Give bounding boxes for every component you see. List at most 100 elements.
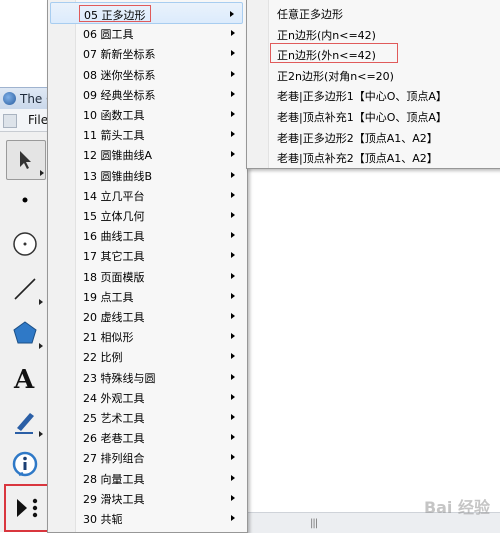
menu-item-label: 09 经典坐标系 [83,88,156,102]
menu-item-label: 23 特殊线与圆 [83,371,156,385]
submenu-arrow-icon [231,212,235,218]
menu-item-label: 08 迷你坐标系 [83,68,156,82]
submenu-item-label: 正2n边形(对角n<=20) [277,69,394,83]
menu-item-label: 12 圆锥曲线A [83,149,153,163]
menu-item[interactable]: 19 点工具 [50,285,243,307]
submenu-arrow-icon [231,252,235,259]
menu-item-label: 20 虚线工具 [83,311,145,324]
menu-item-label: 05 正多边形 [84,9,146,22]
menu-item[interactable]: 20 虚线工具 [50,305,243,327]
submenu-item-label: 正n边形(外n<=42) [277,49,376,63]
submenu-arrow-icon [231,454,235,461]
submenu-arrow-icon [231,353,235,360]
svg-text:A: A [13,365,35,392]
marker-pen-icon[interactable] [6,402,44,440]
menu-item[interactable]: 24 外观工具 [50,386,243,408]
document-menu-icon[interactable] [3,114,17,128]
menu-item-label: 26 老巷工具 [83,432,145,446]
menu-item-label: 13 圆锥曲线B [83,169,153,183]
menu-item[interactable]: 18 页面模版 [50,265,243,287]
menu-item[interactable]: 12 圆锥曲线A [50,143,243,165]
menu-item-label: 15 立体几何 [83,210,145,223]
line-segment-icon[interactable] [6,270,44,308]
submenu-arrow-icon [231,434,235,441]
submenu-item-label: 任意正多边形 [277,8,343,21]
submenu-arrow-icon [231,151,235,158]
menu-item[interactable]: 15 立体几何 [50,204,243,226]
menu-item[interactable]: 07 新新坐标系 [50,42,243,64]
menu-item[interactable]: 27 排列组合 [50,446,243,468]
submenu-arrow-icon [231,474,235,481]
menu-item[interactable]: 23 特殊线与圆 [50,366,243,388]
submenu-item[interactable]: 正2n边形(对角n<=20) [249,64,499,85]
scroll-grip-icon[interactable]: ||| [310,518,318,529]
menu-item[interactable]: 11 箭头工具 [50,123,243,145]
menu-item[interactable]: 22 比例 [50,345,243,367]
submenu-arrow-icon [231,515,235,521]
menu-item[interactable]: 13 圆锥曲线B [50,164,243,186]
submenu-item[interactable]: 正n边形(外n<=42) [249,43,499,64]
submenu-arrow-icon [231,414,235,420]
menu-item[interactable]: 25 艺术工具 [50,406,243,428]
submenu-item-label: 老巷|顶点补充1【中心O、顶点A】 [277,111,447,124]
submenu-arrow-icon [231,292,235,299]
submenu-arrow-icon [231,171,235,178]
submenu-arrow-icon [231,50,235,57]
submenu-arrow-icon [231,70,235,77]
menu-item-label: 14 立几平台 [83,189,145,203]
submenu-item[interactable]: 老巷|顶点补充1【中心O、顶点A】 [249,105,499,126]
submenu-arrow-icon [231,313,235,319]
submenu-item[interactable]: 老巷|顶点补充2【顶点A1、A2】 [249,146,499,167]
arrow-select-icon[interactable] [6,140,46,180]
submenu-arrow-icon [231,373,235,380]
menu-item[interactable]: 21 相似形 [50,325,243,347]
text-tool-icon[interactable]: A [6,359,44,397]
submenu-item-label: 老巷|正多边形1【中心O、顶点A】 [277,90,447,104]
file-menu[interactable]: File [28,113,48,127]
menu-item[interactable]: 06 圆工具 [50,22,243,44]
submenu-arrow-icon [231,494,235,501]
menu-item-label: 22 比例 [83,351,123,365]
submenu-arrow-icon [231,272,235,279]
menu-item[interactable]: 08 迷你坐标系 [50,63,243,85]
menu-item-label: 19 点工具 [83,290,134,304]
menu-item[interactable]: 14 立几平台 [50,184,243,206]
submenu-arrow-icon [231,232,235,239]
menu-item[interactable]: 16 曲线工具 [50,224,243,246]
menu-item-label: 28 向量工具 [83,472,145,486]
menu-item-label: 10 函数工具 [83,109,145,122]
submenu-arrow-icon [231,131,235,138]
point-icon[interactable] [6,181,44,219]
submenu-item[interactable]: 老巷|正多边形1【中心O、顶点A】 [249,84,499,105]
compass-circle-icon[interactable] [6,225,44,263]
submenu-item[interactable]: 任意正多边形 [249,2,499,23]
menu-item[interactable]: 26 老巷工具 [50,426,243,448]
information-icon[interactable] [6,446,44,484]
menu-item[interactable]: 10 函数工具 [50,103,243,125]
menu-item[interactable]: 09 经典坐标系 [50,83,243,105]
menu-item-label: 07 新新坐标系 [83,48,156,62]
submenu-item-label: 老巷|顶点补充2【顶点A1、A2】 [277,152,438,166]
menu-item[interactable]: 28 向量工具 [50,467,243,489]
menu-item-label: 27 排列组合 [83,452,145,466]
menu-item[interactable]: 17 其它工具 [50,244,243,266]
submenu-item[interactable]: 正n边形(内n<=42) [249,23,499,44]
app-icon [3,92,16,105]
menu-item-label: 29 滑块工具 [83,492,145,506]
menu-item-label: 30 共轭 [83,513,123,526]
polygon-icon[interactable] [6,314,44,352]
custom-tools-menu: 05 正多边形 06 圆工具 07 新新坐标系 08 迷你坐标系 09 经典坐标系 10 … [47,0,248,533]
menu-item-label: 17 其它工具 [83,250,145,264]
submenu-arrow-icon [230,11,234,17]
submenu-arrow-icon [231,90,235,97]
submenu-item[interactable]: 老巷|正多边形2【顶点A1、A2】 [249,126,499,147]
submenu-arrow-icon [231,333,235,340]
custom-tool-icon[interactable] [4,484,52,532]
menu-item-label: 16 曲线工具 [83,230,145,244]
menu-item[interactable]: 29 滑块工具 [50,487,243,509]
menu-item-label: 06 圆工具 [83,28,134,42]
menu-item-label: 21 相似形 [83,331,134,345]
menu-item[interactable]: 30 共轭 [50,507,243,529]
submenu-arrow-icon [231,30,235,37]
menu-item[interactable]: 05 正多边形 [50,2,243,24]
